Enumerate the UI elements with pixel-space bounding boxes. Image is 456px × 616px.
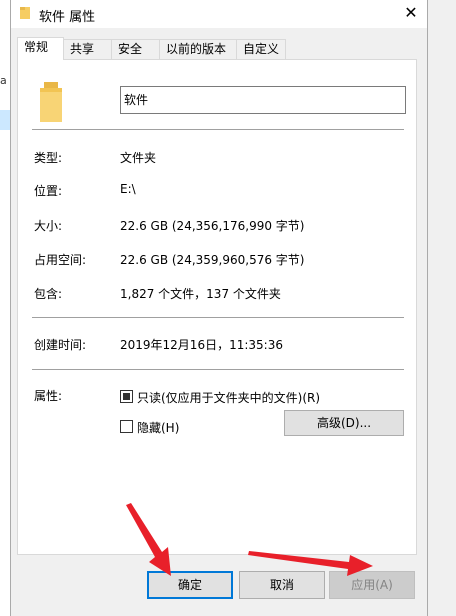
divider (32, 369, 404, 370)
type-value: 文件夹 (120, 151, 157, 165)
advanced-button[interactable]: 高级(D)... (284, 410, 404, 436)
ok-button[interactable]: 确定 (147, 571, 233, 599)
hidden-checkbox[interactable] (120, 420, 133, 433)
disk-size-value: 22.6 GB (24,359,960,576 字节) (120, 253, 305, 267)
background-text-fragment: a (0, 74, 7, 87)
title-bar[interactable]: 软件 属性 ✕ (11, 0, 427, 28)
cancel-button[interactable]: 取消 (239, 571, 325, 599)
disk-size-label: 占用空间: (34, 253, 87, 267)
tab-previous-versions[interactable]: 以前的版本 (159, 39, 237, 59)
readonly-label[interactable]: 只读(仅应用于文件夹中的文件)(R) (137, 389, 320, 406)
created-value: 2019年12月16日，11:35:36 (120, 338, 283, 352)
close-button[interactable]: ✕ (395, 0, 427, 28)
folder-icon (20, 7, 30, 19)
location-label: 位置: (34, 184, 63, 198)
divider (32, 129, 404, 130)
size-value: 22.6 GB (24,356,176,990 字节) (120, 219, 305, 233)
attributes-label: 属性: (34, 389, 63, 403)
readonly-checkbox[interactable] (120, 390, 133, 403)
divider (32, 317, 404, 318)
hidden-label[interactable]: 隐藏(H) (137, 419, 179, 436)
contains-value: 1,827 个文件，137 个文件夹 (120, 287, 281, 301)
tab-sharing[interactable]: 共享 (63, 39, 112, 59)
general-panel: 软件 类型: 文件夹 位置: E:\ 大小: 22.6 GB (24,356,1… (17, 59, 417, 555)
background-selection (0, 110, 10, 130)
contains-label: 包含: (34, 287, 63, 301)
tab-general[interactable]: 常规 (17, 37, 64, 60)
tab-security[interactable]: 安全 (111, 39, 160, 59)
properties-dialog: 软件 属性 ✕ 常规 共享 安全 以前的版本 自定义 软件 类型: 文件夹 位置… (10, 0, 428, 616)
folder-name-input[interactable]: 软件 (120, 86, 406, 114)
type-label: 类型: (34, 151, 63, 165)
apply-button[interactable]: 应用(A) (329, 571, 415, 599)
location-value: E:\ (120, 182, 136, 196)
tab-customize[interactable]: 自定义 (236, 39, 286, 59)
window-title: 软件 属性 (39, 10, 96, 25)
size-label: 大小: (34, 219, 63, 233)
large-folder-icon (40, 82, 62, 122)
created-label: 创建时间: (34, 338, 87, 352)
